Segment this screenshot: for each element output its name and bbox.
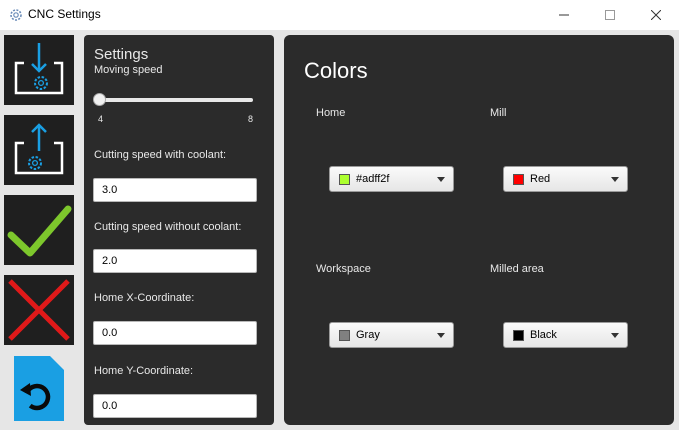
home-y-label: Home Y-Coordinate: — [94, 365, 194, 377]
colors-heading: Colors — [304, 58, 368, 83]
chevron-down-icon — [437, 177, 445, 182]
cutting-speed-no-coolant-label: Cutting speed without coolant: — [94, 221, 242, 233]
reset-button[interactable] — [4, 355, 74, 425]
home-x-input[interactable] — [93, 321, 257, 345]
workspace-color-value: Gray — [356, 329, 380, 341]
color-swatch — [339, 173, 350, 185]
slider-min-label: 4 — [98, 114, 104, 124]
home-y-input[interactable] — [93, 394, 257, 418]
window-content: Settings Moving speed 4 8 Cutting speed … — [0, 30, 679, 430]
milled-area-color-value: Black — [530, 329, 557, 341]
checkmark-icon — [7, 205, 72, 257]
milled-area-color-picker[interactable]: Black — [503, 322, 628, 348]
close-button[interactable] — [633, 0, 679, 30]
chevron-down-icon — [611, 177, 619, 182]
minimize-button[interactable] — [541, 0, 587, 30]
settings-panel: Settings Moving speed 4 8 Cutting speed … — [84, 35, 274, 425]
close-icon — [651, 10, 661, 20]
home-color-picker[interactable]: #adff2f — [329, 166, 454, 192]
color-swatch — [513, 173, 524, 185]
chevron-down-icon — [437, 333, 445, 338]
milled-area-color-label: Milled area — [490, 263, 544, 275]
apply-button[interactable] — [4, 195, 74, 265]
import-settings-button[interactable] — [4, 35, 74, 105]
download-settings-icon — [14, 43, 64, 95]
export-settings-button[interactable] — [4, 115, 74, 185]
home-x-label: Home X-Coordinate: — [94, 292, 195, 304]
color-swatch — [339, 329, 350, 341]
chevron-down-icon — [611, 333, 619, 338]
gear-icon — [10, 9, 22, 21]
moving-speed-track[interactable] — [98, 98, 253, 102]
cancel-button[interactable] — [4, 275, 74, 345]
home-color-value: #adff2f — [356, 173, 390, 185]
moving-speed-label: Moving speed — [94, 64, 163, 76]
color-swatch — [513, 329, 524, 341]
home-color-label: Home — [316, 107, 346, 119]
minimize-icon — [559, 14, 569, 16]
maximize-icon — [605, 10, 615, 20]
cutting-speed-coolant-input[interactable] — [93, 178, 257, 202]
mill-color-value: Red — [530, 173, 551, 185]
settings-heading: Settings — [94, 46, 149, 63]
mill-color-label: Mill — [490, 107, 507, 119]
colors-panel: Colors Home #adff2f Mill Red Workspace G… — [284, 35, 674, 425]
reset-document-icon — [14, 356, 64, 421]
slider-max-label: 8 — [248, 114, 254, 124]
window-title: CNC Settings — [28, 7, 101, 21]
upload-settings-icon — [14, 123, 64, 175]
maximize-button[interactable] — [587, 0, 633, 30]
cutting-speed-no-coolant-input[interactable] — [93, 249, 257, 273]
moving-speed-slider-thumb[interactable] — [93, 93, 106, 106]
title-bar: CNC Settings — [0, 0, 679, 30]
workspace-color-label: Workspace — [316, 263, 371, 275]
red-x-icon — [8, 279, 70, 341]
cutting-speed-coolant-label: Cutting speed with coolant: — [94, 149, 227, 161]
workspace-color-picker[interactable]: Gray — [329, 322, 454, 348]
mill-color-picker[interactable]: Red — [503, 166, 628, 192]
